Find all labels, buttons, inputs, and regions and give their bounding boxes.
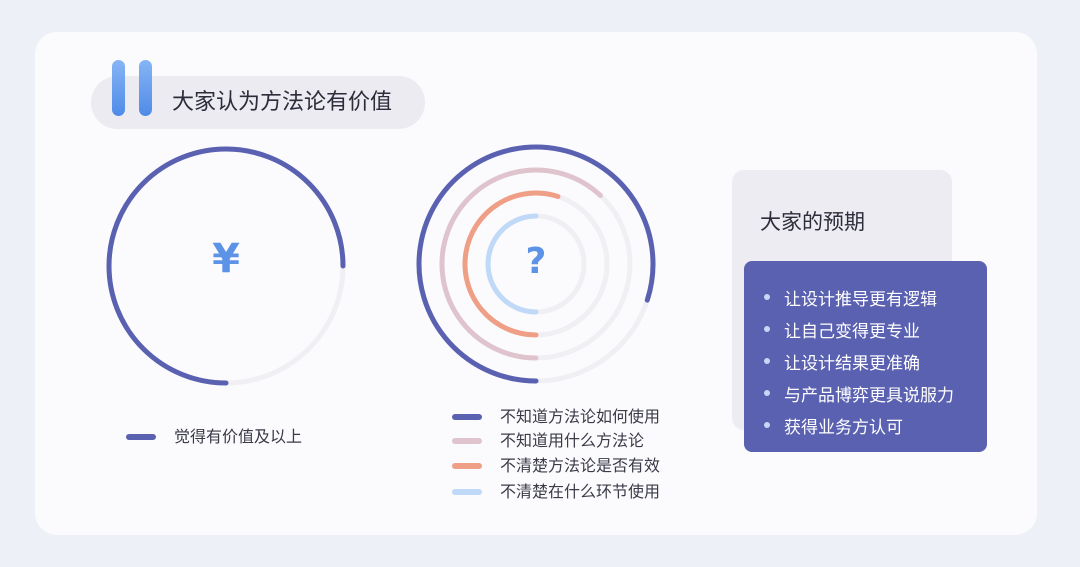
list-item: 与产品博弈更具说服力 [764,377,954,409]
legend-label: 不清楚在什么环节使用 [500,482,661,501]
legend-label: 觉得有价值及以上 [174,427,303,446]
bullet-icon [764,422,770,428]
list-item: 获得业务方认可 [764,409,954,441]
yuan-icon: ¥ [212,236,240,282]
bullet-icon [764,390,770,396]
legend-swatch [126,434,156,440]
bullet-icon [764,294,770,300]
legend-label: 不知道用什么方法论 [500,431,645,450]
expectation-title: 大家的预期 [760,210,865,234]
legend-item: 不知道用什么方法论 [452,431,644,451]
legend-swatch [452,463,482,469]
list-item-label: 让设计推导更有逻辑 [784,289,937,310]
list-item-label: 让自己变得更专业 [784,321,920,342]
legend-label: 不清楚方法论是否有效 [500,456,661,475]
list-item-label: 获得业务方认可 [784,417,903,438]
list-item: 让自己变得更专业 [764,313,954,345]
legend-swatch [452,414,482,420]
bullet-icon [764,326,770,332]
legend-item: 不知道方法论如何使用 [452,407,660,427]
bullet-icon [764,358,770,364]
question-icon: ? [525,241,547,282]
legend-item: 不清楚方法论是否有效 [452,456,660,476]
legend-swatch [452,438,482,444]
list-item: 让设计结果更准确 [764,345,954,377]
page-title: 大家认为方法论有价值 [172,90,393,115]
legend-swatch [452,489,482,495]
legend-label: 不知道方法论如何使用 [500,407,661,426]
list-item-label: 让设计结果更准确 [784,353,920,374]
list-item: 让设计推导更有逻辑 [764,281,954,313]
expectation-list: 让设计推导更有逻辑 让自己变得更专业 让设计结果更准确 与产品博弈更具说服力 获… [764,281,954,441]
legend-item: 不清楚在什么环节使用 [452,482,660,502]
title-pause-icon [112,60,156,116]
list-item-label: 与产品博弈更具说服力 [784,385,954,406]
legend-item: 觉得有价值及以上 [126,427,302,447]
